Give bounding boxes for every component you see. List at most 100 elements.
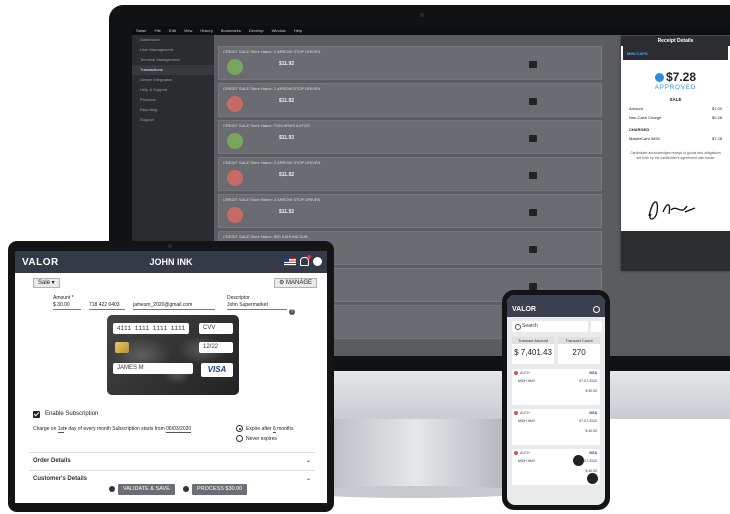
transaction-date: 07-07-2020 xyxy=(579,379,597,383)
receipt-icon[interactable] xyxy=(529,61,537,68)
power-icon[interactable] xyxy=(593,306,600,313)
descriptor-field[interactable]: John Supermarket xyxy=(227,302,287,310)
expiry-field[interactable]: 12/22 xyxy=(199,342,233,353)
menu-bar: Safari File Edit View History Bookmarks Develo… xyxy=(132,26,730,35)
expire-value-field[interactable]: 6 xyxy=(272,426,276,433)
process-button[interactable]: PROCESS $30.00 xyxy=(192,484,248,495)
help-icon[interactable]: ? xyxy=(289,309,295,315)
user-icon[interactable] xyxy=(313,257,322,266)
bell-icon[interactable] xyxy=(300,255,311,266)
email-field[interactable]: jamesm_2020@gmail.com xyxy=(133,302,215,310)
menu-item[interactable]: File xyxy=(154,28,160,33)
charge-label: Charge on xyxy=(33,426,57,432)
cardholder-field[interactable]: JAMES M xyxy=(113,363,193,374)
tablet-frame: JOHN INK VALOR Sale ▾ ⚙ MANAGE Amount * … xyxy=(8,241,334,512)
receipt-header: Receipt Details xyxy=(621,36,730,46)
sidebar-item[interactable]: Products xyxy=(132,95,214,105)
charge-row: Charge on 1st▾ day of every month Subscr… xyxy=(33,426,192,433)
filter-icon[interactable] xyxy=(591,321,602,332)
sidebar-item[interactable]: Reporting xyxy=(132,105,214,115)
menu-item[interactable]: Develop xyxy=(249,28,264,33)
never-expires-radio[interactable] xyxy=(236,435,243,442)
sidebar-item[interactable]: Help & Support xyxy=(132,85,214,95)
amount-field[interactable]: $ 30.00 xyxy=(53,302,81,310)
transaction-header: CREDIT SALE Store Name: 2 ARROW STOP DRI… xyxy=(223,49,321,54)
status-bar xyxy=(507,295,605,303)
transaction-header: CREDIT SALE Store Name: 2 ARROW STOP DRI… xyxy=(223,160,321,165)
receipt-icon[interactable] xyxy=(529,172,537,179)
expire-after-row: Expire after 6 months xyxy=(246,426,294,433)
transaction-amount: $11.92 xyxy=(279,172,295,178)
amount-value: $7.00 xyxy=(711,106,722,111)
manage-button[interactable]: ⚙ MANAGE xyxy=(274,278,318,288)
enable-subscription-checkbox[interactable] xyxy=(33,411,40,418)
receipt-icon[interactable] xyxy=(529,98,537,105)
transaction-row[interactable]: CREDIT SALE Store Name: 2 ARROW STOP DRI… xyxy=(218,46,602,80)
amount-tile: Transact Amount $ 7,401.43 xyxy=(512,337,554,364)
sidebar-item[interactable]: Device Integration xyxy=(132,75,214,85)
menu-item[interactable]: History xyxy=(200,28,212,33)
transaction-row[interactable]: CREDIT SALE Store Name: 2 ARROW STOP DRI… xyxy=(218,83,602,117)
transaction-amount: $11.92 xyxy=(279,209,295,215)
charge-rest-label: day of every month Subscription starts f… xyxy=(68,426,165,432)
receipt-footer xyxy=(621,231,730,271)
transaction-row[interactable]: CREDIT SALE Store Name: TOM ARMS AUTOS $1… xyxy=(218,120,602,154)
settings-icon[interactable] xyxy=(573,455,584,466)
transaction-amount: $11.92 xyxy=(279,135,295,141)
transaction-card[interactable]: AUTH MIDH WAY VISA 07-07-2020 $ 40.00 xyxy=(512,409,600,445)
transaction-header: CREDIT SALE Store Name: 2 ARROW STOP DRI… xyxy=(223,86,321,91)
visa-logo: VISA xyxy=(588,411,597,415)
status-label: AUTH xyxy=(520,411,530,415)
cvv-field[interactable]: CVV xyxy=(199,323,233,334)
top-bar: JOHN INK VALOR xyxy=(15,251,327,273)
receipt-note: Cardholder acknowledges receipt of goods… xyxy=(630,151,721,160)
receipt-brand: MINI CAPS xyxy=(623,46,728,60)
status-badge xyxy=(227,59,243,75)
phone-field[interactable]: 718 422 0403 xyxy=(89,302,125,310)
sidebar-item[interactable]: Dashboard xyxy=(132,35,214,45)
transaction-date: 07-07-2020 xyxy=(579,419,597,423)
menu-item[interactable]: Bookmarks xyxy=(221,28,241,33)
menu-item[interactable]: View xyxy=(184,28,193,33)
merchant-name: MIDH WAY xyxy=(518,459,536,463)
amount-label: Amount xyxy=(629,106,643,111)
start-date-field[interactable]: 06/03/2020 xyxy=(166,426,192,433)
menu-item[interactable]: Safari xyxy=(136,28,146,33)
status-badge xyxy=(227,133,243,149)
receipt-icon[interactable] xyxy=(529,246,537,253)
tile-value: $ 7,401.43 xyxy=(514,348,552,357)
receipt-icon[interactable] xyxy=(529,209,537,216)
transaction-header: CREDIT SALE Store Name: 2 ARROW STOP DRI… xyxy=(223,197,321,202)
info-icon xyxy=(183,486,189,492)
transaction-card[interactable]: AUTH MIDH WAY VISA 07-07-2020 $ 90.00 xyxy=(512,369,600,405)
receipt-icon[interactable] xyxy=(529,283,537,290)
order-details-section[interactable]: Order Details ⌄ xyxy=(29,452,315,468)
sale-type-select[interactable]: Sale ▾ xyxy=(33,278,60,288)
us-flag-icon[interactable] xyxy=(284,257,296,266)
expire-after-radio[interactable] xyxy=(236,425,243,432)
sidebar-item[interactable]: Support xyxy=(132,115,214,125)
sidebar-item[interactable]: User Management xyxy=(132,45,214,55)
charge-day-select[interactable]: 1st xyxy=(57,426,65,433)
camera-icon xyxy=(168,244,172,248)
menu-icon[interactable] xyxy=(587,473,598,484)
tile-value: 270 xyxy=(572,348,586,357)
menu-item[interactable]: Edit xyxy=(169,28,176,33)
tablet-screen: JOHN INK VALOR Sale ▾ ⚙ MANAGE Amount * … xyxy=(15,251,327,503)
approved-label: APPROVED xyxy=(654,85,697,91)
card-number-field[interactable]: 4111 1111 1111 1111 xyxy=(113,323,189,334)
charged-line: CHARGED xyxy=(621,127,730,132)
transaction-row[interactable]: CREDIT SALE Store Name: 2 ARROW STOP DRI… xyxy=(218,157,602,191)
search-input[interactable]: Search xyxy=(512,321,588,332)
expire-unit-label: months xyxy=(277,426,294,432)
sidebar-item[interactable]: Transactions xyxy=(132,65,214,75)
validate-save-button[interactable]: VALIDATE & SAVE xyxy=(118,484,175,495)
brand-label: MINI CAPS xyxy=(627,51,648,56)
phone-top-bar: VALOR xyxy=(507,303,605,317)
receipt-icon[interactable] xyxy=(529,135,537,142)
amount-label: Amount * xyxy=(53,295,74,301)
sidebar-item[interactable]: Terminal Management xyxy=(132,55,214,65)
menu-item[interactable]: Window xyxy=(272,28,286,33)
menu-item[interactable]: Help xyxy=(294,28,302,33)
transaction-row[interactable]: CREDIT SALE Store Name: 2 ARROW STOP DRI… xyxy=(218,194,602,228)
